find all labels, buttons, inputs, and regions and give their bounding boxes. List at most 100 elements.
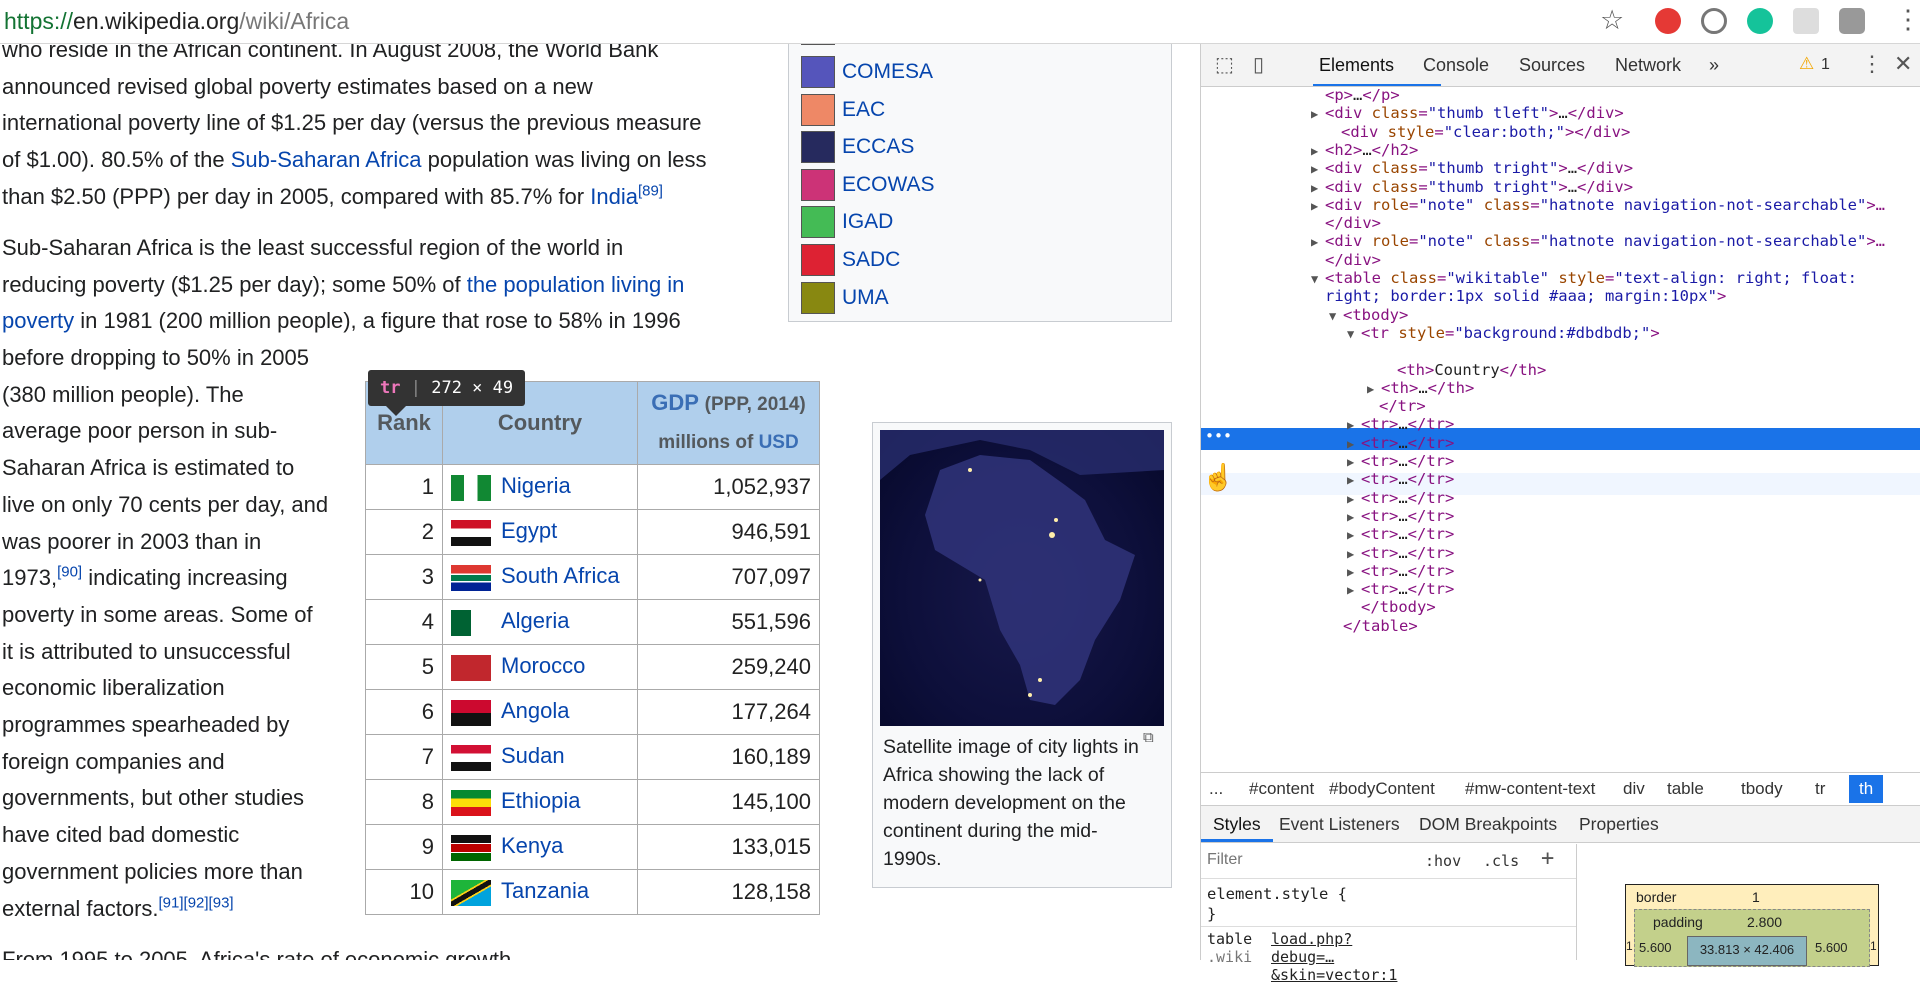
gdp-link[interactable]: GDP: [651, 390, 698, 415]
expanded-caret-icon[interactable]: ▼: [1329, 305, 1343, 327]
grammarly-extension-icon[interactable]: [1747, 8, 1773, 34]
satellite-image[interactable]: [880, 430, 1164, 726]
link-india[interactable]: India: [590, 184, 638, 209]
dom-token: </div>: [1325, 214, 1381, 233]
country-link[interactable]: South Africa: [501, 563, 620, 588]
url-text[interactable]: https://en.wikipedia.org/wiki/Africa: [4, 8, 349, 35]
collapsed-caret-icon[interactable]: ▶: [1347, 579, 1361, 601]
legend-link[interactable]: COMESA: [842, 60, 933, 84]
dom-token: >: [1558, 177, 1568, 196]
tab-console[interactable]: Console: [1423, 55, 1489, 76]
info-extension-icon[interactable]: [1701, 8, 1727, 34]
country-link[interactable]: Tanzania: [501, 878, 589, 903]
legend-link[interactable]: IGAD: [842, 210, 893, 234]
device-toolbar-icon[interactable]: ▯: [1253, 52, 1264, 77]
legend-link[interactable]: UMA: [842, 286, 889, 310]
collapsed-caret-icon[interactable]: ▶: [1311, 195, 1325, 217]
devtools-menu-icon[interactable]: ⋮: [1861, 51, 1883, 77]
table-row: 6 Angola 177,264: [365, 689, 820, 735]
country-link[interactable]: Kenya: [501, 833, 563, 858]
breadcrumb-item[interactable]: div: [1623, 779, 1645, 799]
add-rule-icon[interactable]: +: [1541, 846, 1554, 871]
paragraph-1: who reside in the African continent. In …: [2, 44, 762, 216]
legend-link[interactable]: EAC: [842, 98, 885, 122]
address-bar[interactable]: https://en.wikipedia.org/wiki/Africa ☆ ⋮: [0, 0, 1920, 44]
dom-token: <div: [1341, 122, 1388, 141]
breadcrumb-item[interactable]: tbody: [1741, 779, 1783, 799]
warning-icon[interactable]: ⚠: [1799, 54, 1814, 74]
collapsed-caret-icon[interactable]: ▶: [1311, 103, 1325, 125]
inspect-element-icon[interactable]: ⬚: [1215, 52, 1234, 77]
citation-link[interactable]: [89]: [638, 182, 663, 199]
tab-event-listeners[interactable]: Event Listeners: [1279, 814, 1400, 835]
box-border-label: border: [1636, 889, 1677, 905]
dom-token: >: [1650, 323, 1660, 342]
breadcrumb-item[interactable]: th: [1849, 775, 1884, 803]
camera-extension-icon[interactable]: [1793, 8, 1819, 34]
citation-link[interactable]: [90]: [57, 564, 82, 581]
legend-link[interactable]: ECOWAS: [842, 173, 935, 197]
styles-filter-input[interactable]: [1205, 850, 1409, 870]
breadcrumb-item[interactable]: #bodyContent: [1329, 779, 1435, 799]
country-link[interactable]: Egypt: [501, 518, 557, 543]
legend-link[interactable]: ECCAS: [842, 135, 914, 159]
breadcrumb-item[interactable]: #mw-content-text: [1465, 779, 1595, 799]
rank-cell: 5: [365, 644, 443, 690]
tab-properties[interactable]: Properties: [1579, 814, 1659, 835]
link-poverty[interactable]: poverty: [2, 308, 74, 333]
gdp-header[interactable]: GDP (PPP, 2014) millions of USD: [637, 381, 820, 465]
expanded-caret-icon[interactable]: ▼: [1311, 268, 1325, 290]
link-population-in-poverty[interactable]: the population living in: [467, 272, 685, 297]
country-link[interactable]: Angola: [501, 698, 570, 723]
text-span: reducing poverty ($1.25 per day); some 5…: [2, 271, 467, 297]
country-link[interactable]: Sudan: [501, 743, 565, 768]
tooltip-divider: |: [410, 378, 421, 398]
breadcrumb-item[interactable]: table: [1667, 779, 1704, 799]
rule-source-link[interactable]: load.php?debug=…&skin=vector:1: [1271, 930, 1397, 984]
country-cell: Tanzania: [442, 869, 638, 915]
table-row: 1 Nigeria 1,052,937: [365, 464, 820, 510]
tab-dom-breakpoints[interactable]: DOM Breakpoints: [1419, 814, 1557, 835]
citation-link[interactable]: [91][92][93]: [159, 894, 234, 911]
table-row: 9 Kenya 133,015: [365, 824, 820, 870]
tab-sources[interactable]: Sources: [1519, 55, 1585, 76]
dom-node[interactable]: ▶ <div role="note" class="hatnote navigat…: [1311, 230, 1885, 252]
tab-styles[interactable]: Styles: [1213, 814, 1261, 835]
breadcrumb-item[interactable]: #content: [1249, 779, 1314, 799]
box-content: 33.813 × 42.406: [1687, 936, 1807, 966]
style-rule-line: table load.php?debug=…&skin=vector:1: [1207, 930, 1397, 984]
window-extension-icon[interactable]: [1839, 8, 1865, 34]
usd-link[interactable]: USD: [759, 432, 799, 453]
selected-row-highlight: [1201, 428, 1920, 450]
stop-hand-extension-icon[interactable]: [1655, 8, 1681, 34]
dom-node[interactable]: ▶ <div role="note" class="hatnote navigat…: [1311, 194, 1885, 216]
enlarge-icon[interactable]: ⧉: [1143, 729, 1154, 746]
country-link[interactable]: Nigeria: [501, 473, 571, 498]
bookmark-star-icon[interactable]: ☆: [1600, 5, 1624, 36]
country-link[interactable]: Ethiopia: [501, 788, 581, 813]
dom-token: "thumb tright": [1427, 177, 1559, 196]
link-sub-saharan-africa[interactable]: Sub-Saharan Africa: [231, 147, 422, 172]
tab-elements[interactable]: Elements: [1319, 55, 1394, 76]
expanded-caret-icon[interactable]: ▼: [1347, 323, 1361, 345]
breadcrumb-item[interactable]: ...: [1209, 779, 1223, 799]
dom-token: role: [1371, 195, 1409, 214]
breadcrumb-item[interactable]: tr: [1815, 779, 1825, 799]
country-link[interactable]: Morocco: [501, 653, 585, 678]
gdp-table: Rank Country GDP (PPP, 2014) millions of…: [365, 381, 820, 915]
hov-toggle[interactable]: :hov: [1425, 852, 1461, 870]
regional-blocs-legend: COMESA EAC ECCAS ECOWAS IGAD SADC UMA: [788, 44, 1172, 322]
dom-token: …: [1567, 177, 1578, 196]
flag-icon: [451, 474, 491, 501]
close-icon[interactable]: ✕: [1894, 51, 1912, 77]
selected-node-dots[interactable]: •••: [1205, 427, 1232, 445]
legend-link[interactable]: SADC: [842, 248, 900, 272]
menu-dots-icon[interactable]: ⋮: [1895, 4, 1920, 35]
tab-network[interactable]: Network: [1615, 55, 1681, 76]
collapsed-caret-icon[interactable]: ▶: [1311, 231, 1325, 253]
dom-token: >…: [1866, 232, 1885, 251]
country-link[interactable]: Algeria: [501, 608, 569, 633]
cls-toggle[interactable]: .cls: [1483, 852, 1519, 870]
dom-node[interactable]: </table>: [1343, 615, 1418, 637]
more-tabs-button[interactable]: »: [1709, 55, 1719, 76]
